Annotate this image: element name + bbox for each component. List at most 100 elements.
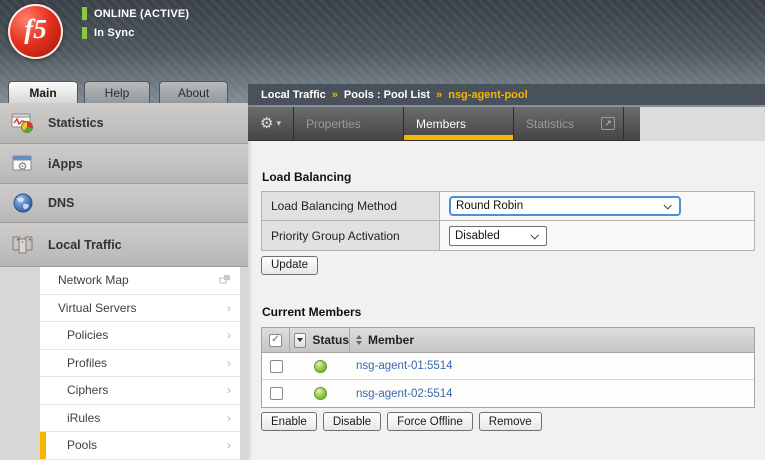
sync-status-text: In Sync	[94, 27, 135, 39]
breadcrumb-local-traffic[interactable]: Local Traffic	[261, 89, 326, 101]
chevron-right-icon: ›	[227, 356, 231, 370]
gear-menu-button[interactable]: ⚙ ▾	[248, 107, 294, 140]
content-tabstrip: ⚙ ▾ Properties Members Statistics ↗	[248, 107, 640, 141]
policies-label: Policies	[67, 328, 108, 342]
remove-button[interactable]: Remove	[479, 412, 542, 431]
members-table-header: ✓ Status Member	[262, 328, 754, 353]
sidebar-item-policies[interactable]: Policies ›	[40, 322, 240, 350]
tab-main[interactable]: Main	[8, 81, 78, 103]
status-column-header[interactable]: Status	[290, 328, 350, 352]
chevron-down-icon	[663, 201, 671, 209]
load-balancing-method-row: Load Balancing Method Round Robin	[262, 192, 754, 221]
priority-group-row: Priority Group Activation Disabled	[262, 221, 754, 250]
f5-logo[interactable]: f5	[8, 4, 63, 59]
active-tab-indicator	[404, 135, 513, 140]
member-row: nsg-agent-01:5514	[262, 353, 754, 380]
chevron-right-icon: ›	[227, 383, 231, 397]
member-link[interactable]: nsg-agent-02:5514	[356, 388, 453, 400]
sidebar-item-virtual-servers[interactable]: Virtual Servers ›	[40, 295, 240, 323]
member-link[interactable]: nsg-agent-01:5514	[356, 360, 453, 372]
sidebar-item-ciphers[interactable]: Ciphers ›	[40, 377, 240, 405]
tab-statistics-label: Statistics	[526, 117, 574, 131]
select-all-cell: ✓	[262, 328, 290, 352]
chevron-right-icon: ›	[227, 411, 231, 425]
online-status-indicator	[82, 7, 87, 20]
pools-label: Pools	[67, 438, 97, 452]
sidebar-item-local-traffic-label: Local Traffic	[48, 238, 122, 252]
virtual-servers-label: Virtual Servers	[58, 301, 136, 315]
row-checkbox[interactable]	[270, 387, 283, 400]
select-menu-button[interactable]	[294, 333, 306, 348]
breadcrumb-separator: »	[332, 89, 338, 101]
breadcrumb: Local Traffic » Pools : Pool List » nsg-…	[248, 84, 765, 105]
current-members-title: Current Members	[262, 305, 361, 319]
local-traffic-submenu: Network Map Virtual Servers › Policies ›…	[40, 267, 240, 460]
tab-members[interactable]: Members	[404, 107, 514, 140]
sidebar-item-dns-label: DNS	[48, 196, 74, 210]
status-header-label: Status	[312, 333, 349, 347]
profiles-label: Profiles	[67, 356, 107, 370]
disable-button[interactable]: Disable	[323, 412, 381, 431]
chevron-right-icon: ›	[227, 438, 231, 452]
member-action-buttons: Enable Disable Force Offline Remove	[261, 412, 542, 431]
chevron-down-icon	[530, 231, 538, 239]
load-balancing-form: Load Balancing Method Round Robin Priori…	[261, 191, 755, 251]
tab-help[interactable]: Help	[84, 81, 150, 103]
priority-group-selected: Disabled	[450, 230, 500, 242]
tab-help-label: Help	[105, 86, 130, 100]
chevron-right-icon: ›	[227, 328, 231, 342]
sidebar-item-irules[interactable]: iRules ›	[40, 405, 240, 433]
dns-globe-icon	[10, 191, 36, 215]
tab-statistics[interactable]: Statistics ↗	[514, 107, 624, 140]
update-button[interactable]: Update	[261, 256, 318, 275]
caret-down-icon	[297, 338, 303, 342]
statistics-chart-icon	[10, 111, 36, 135]
external-link-icon: ↗	[601, 117, 615, 130]
priority-group-value-cell: Disabled	[440, 221, 754, 250]
sidebar-item-iapps-label: iApps	[48, 157, 83, 171]
status-available-icon	[314, 360, 327, 373]
load-balancing-method-value-cell: Round Robin	[440, 192, 754, 220]
svg-text:⚙: ⚙	[18, 161, 28, 173]
tab-main-label: Main	[29, 86, 56, 100]
tabstrip-filler	[640, 107, 765, 141]
members-table: ✓ Status Member nsg-agent-01:55	[261, 327, 755, 408]
sidebar-item-local-traffic[interactable]: Local Traffic	[0, 223, 248, 267]
member-row: nsg-agent-02:5514	[262, 380, 754, 407]
load-balancing-method-label: Load Balancing Method	[262, 192, 440, 220]
gear-icon: ⚙	[260, 116, 273, 131]
sidebar-item-network-map[interactable]: Network Map	[40, 267, 240, 295]
f5-logo-text: f5	[24, 14, 47, 45]
sidebar-item-iapps[interactable]: ⚙ iApps	[0, 144, 248, 184]
load-balancing-method-selected: Round Robin	[451, 200, 523, 212]
iapps-window-gear-icon: ⚙	[10, 152, 36, 176]
status-sync: In Sync	[82, 27, 135, 39]
sidebar-item-statistics[interactable]: Statistics	[0, 103, 248, 144]
enable-button[interactable]: Enable	[261, 412, 317, 431]
force-offline-button[interactable]: Force Offline	[387, 412, 473, 431]
tab-properties-label: Properties	[306, 117, 361, 131]
select-all-checkbox[interactable]: ✓	[269, 334, 282, 347]
member-column-header[interactable]: Member	[350, 328, 754, 352]
ciphers-label: Ciphers	[67, 383, 108, 397]
tab-about[interactable]: About	[159, 81, 228, 103]
local-traffic-servers-icon	[10, 233, 36, 257]
breadcrumb-current-pool: nsg-agent-pool	[448, 89, 527, 101]
load-balancing-title: Load Balancing	[262, 170, 351, 184]
row-checkbox[interactable]	[270, 360, 283, 373]
sidebar-item-statistics-label: Statistics	[48, 116, 104, 130]
caret-down-icon: ▾	[276, 118, 281, 129]
sidebar-item-profiles[interactable]: Profiles ›	[40, 350, 240, 378]
priority-group-select[interactable]: Disabled	[449, 226, 547, 246]
tab-about-label: About	[178, 86, 209, 100]
status-online: ONLINE (ACTIVE)	[82, 7, 189, 20]
sidebar-item-dns[interactable]: DNS	[0, 184, 248, 223]
load-balancing-method-select[interactable]: Round Robin	[449, 196, 681, 216]
tab-properties[interactable]: Properties	[294, 107, 404, 140]
sidebar-item-pools[interactable]: Pools ›	[40, 432, 240, 460]
breadcrumb-separator: »	[436, 89, 442, 101]
breadcrumb-pool-list[interactable]: Pools : Pool List	[344, 89, 430, 101]
sort-icon	[356, 335, 362, 345]
member-header-label: Member	[368, 333, 414, 347]
status-available-icon	[314, 387, 327, 400]
